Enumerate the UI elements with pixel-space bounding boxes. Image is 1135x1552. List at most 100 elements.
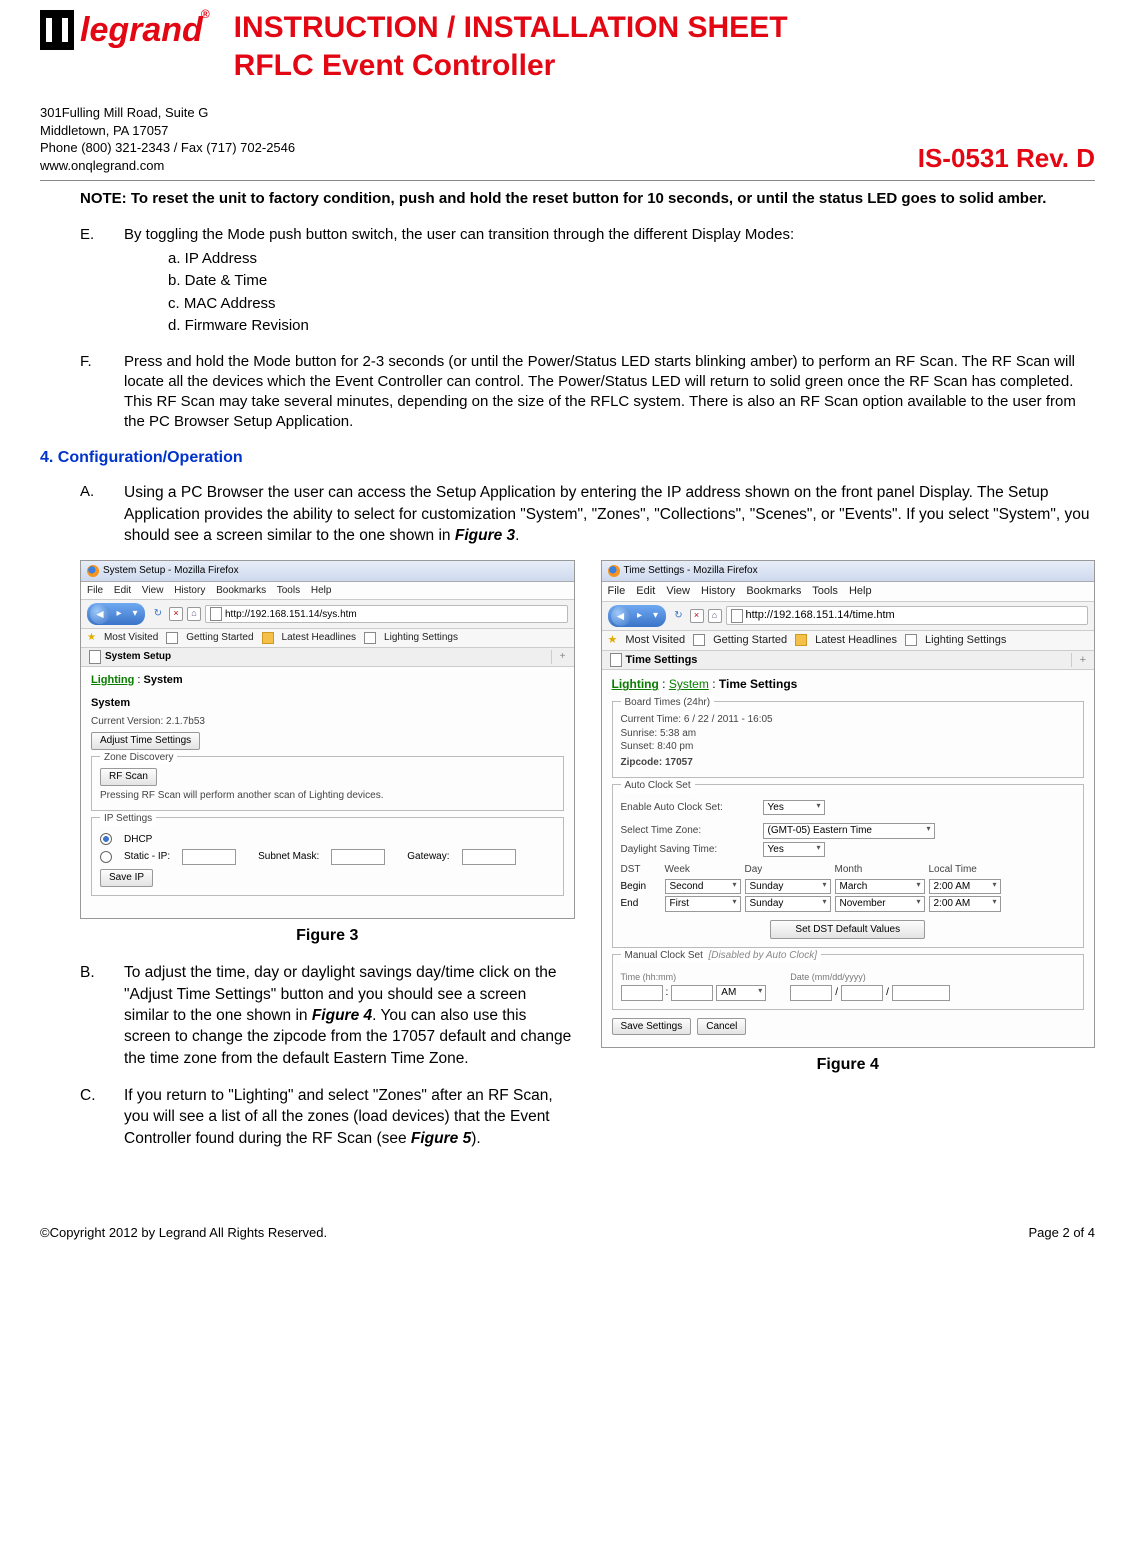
logo-text: legrand (80, 13, 203, 47)
zipcode: Zipcode: 17057 (621, 757, 693, 768)
new-tab-icon[interactable]: + (1071, 653, 1086, 668)
timezone-select[interactable]: (GMT-05) Eastern Time (763, 823, 935, 839)
dst-begin-week[interactable]: Second (665, 879, 741, 895)
menu-view[interactable]: View (142, 585, 164, 596)
back-icon[interactable]: ◄ (90, 604, 110, 624)
item-a-text-1: Using a PC Browser the user can access t… (124, 484, 1089, 544)
bm-latest-headlines[interactable]: Latest Headlines (282, 631, 357, 645)
bm-most-visited[interactable]: Most Visited (104, 631, 158, 645)
dst-begin-time[interactable]: 2:00 AM (929, 879, 1001, 895)
figure-4-screenshot: Time Settings - Mozilla Firefox File Edi… (601, 560, 1096, 1048)
menu-tools[interactable]: Tools (277, 585, 300, 596)
reload-icon[interactable]: ↻ (151, 607, 165, 621)
bm-getting-started[interactable]: Getting Started (186, 631, 253, 645)
stop-icon[interactable]: × (169, 607, 183, 621)
menu-history[interactable]: History (174, 585, 205, 596)
crumb-lighting[interactable]: Lighting (612, 677, 659, 691)
cancel-button[interactable]: Cancel (697, 1018, 746, 1036)
url-bar[interactable]: http://192.168.151.14/sys.htm (205, 605, 568, 623)
home-icon[interactable]: ⌂ (708, 609, 722, 623)
menu-file[interactable]: File (608, 585, 626, 597)
fig3-menubar[interactable]: File Edit View History Bookmarks Tools H… (81, 582, 574, 601)
nav-back-forward[interactable]: ◄ ▸ ▾ (608, 605, 666, 627)
fig4-menubar[interactable]: File Edit View History Bookmarks Tools H… (602, 582, 1095, 602)
crumb-system[interactable]: System (669, 677, 709, 691)
menu-bookmarks[interactable]: Bookmarks (216, 585, 266, 596)
crumb-sep2: : (709, 677, 719, 691)
enable-auto-select[interactable]: Yes (763, 800, 825, 816)
stop-icon[interactable]: × (690, 609, 704, 623)
section-system-label: System (91, 696, 564, 711)
bm-getting-started[interactable]: Getting Started (713, 633, 787, 648)
manual-ampm-select[interactable]: AM (716, 985, 766, 1001)
dst-hdr-month: Month (835, 863, 925, 877)
static-ip-input[interactable] (182, 849, 236, 865)
item-c-text-1: If you return to "Lighting" and select "… (124, 1087, 553, 1147)
menu-history[interactable]: History (701, 585, 735, 597)
dst-hdr-dst: DST (621, 863, 661, 877)
dst-end-week[interactable]: First (665, 896, 741, 912)
gateway-label: Gateway: (407, 850, 449, 864)
menu-help[interactable]: Help (849, 585, 872, 597)
set-dst-defaults-button[interactable]: Set DST Default Values (770, 920, 925, 940)
manual-dd-input[interactable] (841, 985, 883, 1001)
save-settings-button[interactable]: Save Settings (612, 1018, 692, 1036)
fig4-bookmarks-bar[interactable]: ★ Most Visited Getting Started Latest He… (602, 631, 1095, 651)
forward-icon[interactable]: ▸ (633, 609, 647, 623)
menu-edit[interactable]: Edit (114, 585, 131, 596)
manual-min-input[interactable] (671, 985, 713, 1001)
sunrise: Sunrise: 5:38 am (621, 727, 1076, 741)
fig3-tab[interactable]: System Setup (105, 650, 171, 664)
nav-back-forward[interactable]: ◄ ▸ ▾ (87, 603, 145, 625)
back-icon[interactable]: ◄ (611, 606, 631, 626)
firefox-icon (608, 565, 620, 577)
new-tab-icon[interactable]: + (551, 650, 566, 664)
footer-copyright: ©Copyright 2012 by Legrand All Rights Re… (40, 1225, 327, 1240)
rf-scan-button[interactable]: RF Scan (100, 768, 157, 786)
figure-4-caption: Figure 4 (601, 1054, 1096, 1076)
adjust-time-settings-button[interactable]: Adjust Time Settings (91, 732, 200, 750)
dhcp-radio[interactable] (100, 833, 112, 845)
menu-help[interactable]: Help (311, 585, 332, 596)
bm-lighting-settings[interactable]: Lighting Settings (384, 631, 458, 645)
item-e: E. By toggling the Mode push button swit… (80, 225, 1095, 337)
menu-bookmarks[interactable]: Bookmarks (746, 585, 801, 597)
fig4-tab[interactable]: Time Settings (626, 653, 698, 668)
dst-end-time[interactable]: 2:00 AM (929, 896, 1001, 912)
current-version: Current Version: 2.1.7b53 (91, 715, 564, 729)
save-ip-button[interactable]: Save IP (100, 869, 153, 887)
dst-end-month[interactable]: November (835, 896, 925, 912)
nav-dropdown-icon[interactable]: ▾ (649, 609, 663, 623)
menu-tools[interactable]: Tools (812, 585, 838, 597)
manual-hour-input[interactable] (621, 985, 663, 1001)
dst-begin-day[interactable]: Sunday (745, 879, 831, 895)
item-c-text-2: ). (471, 1130, 480, 1147)
menu-file[interactable]: File (87, 585, 103, 596)
manual-yyyy-input[interactable] (892, 985, 950, 1001)
dst-begin-label: Begin (621, 880, 661, 894)
fig3-bookmarks-bar[interactable]: ★ Most Visited Getting Started Latest He… (81, 629, 574, 648)
static-radio[interactable] (100, 851, 112, 863)
forward-icon[interactable]: ▸ (112, 607, 126, 621)
bm-most-visited[interactable]: Most Visited (625, 633, 685, 648)
url-bar[interactable]: http://192.168.151.14/time.htm (726, 606, 1089, 625)
gateway-input[interactable] (462, 849, 516, 865)
bm-lighting-settings[interactable]: Lighting Settings (925, 633, 1006, 648)
doc-icon (693, 634, 705, 646)
slash-sep: / (835, 986, 838, 1000)
firefox-icon (87, 565, 99, 577)
tab-page-icon (89, 650, 101, 664)
dst-begin-month[interactable]: March (835, 879, 925, 895)
home-icon[interactable]: ⌂ (187, 607, 201, 621)
crumb-lighting[interactable]: Lighting (91, 674, 134, 686)
dst-select[interactable]: Yes (763, 842, 825, 858)
menu-view[interactable]: View (666, 585, 690, 597)
nav-dropdown-icon[interactable]: ▾ (128, 607, 142, 621)
reload-icon[interactable]: ↻ (672, 609, 686, 623)
menu-edit[interactable]: Edit (636, 585, 655, 597)
subnet-input[interactable] (331, 849, 385, 865)
manual-mm-input[interactable] (790, 985, 832, 1001)
dst-end-day[interactable]: Sunday (745, 896, 831, 912)
bm-latest-headlines[interactable]: Latest Headlines (815, 633, 897, 648)
dst-hdr-week: Week (665, 863, 741, 877)
